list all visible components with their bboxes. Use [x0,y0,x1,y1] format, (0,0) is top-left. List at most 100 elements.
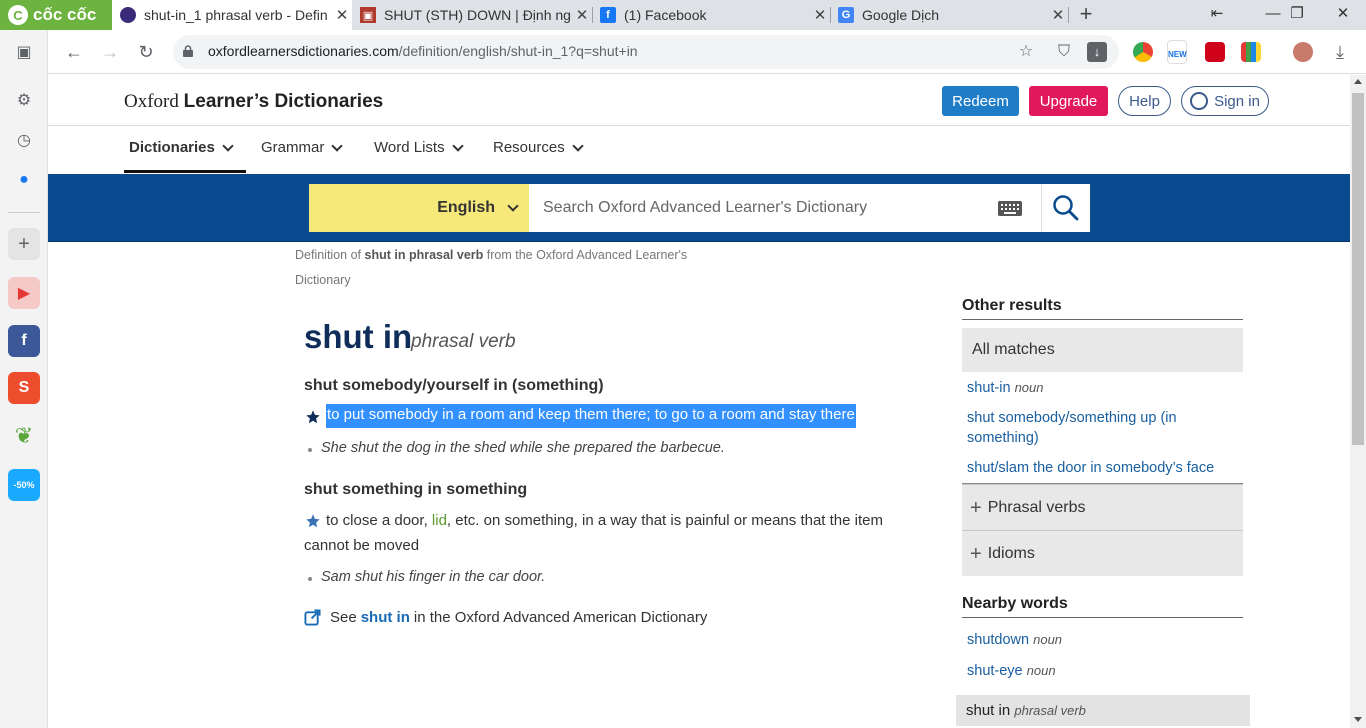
tab-title: (1) Facebook [624,7,707,23]
search-input[interactable] [529,184,1041,232]
help-button[interactable]: Help [1118,86,1171,116]
scroll-up-arrow-icon[interactable] [1354,79,1362,84]
search-button[interactable] [1041,184,1090,232]
nearby-pos: noun [1026,663,1056,678]
history-icon[interactable]: ◷ [8,124,40,156]
match-pos: noun [1014,380,1044,395]
chevron-down-icon [451,139,464,152]
coccoc-logo[interactable]: C cốc cốc [0,0,112,30]
tab-google-translate[interactable]: G Google Dịch ✕ [830,0,1068,30]
close-window-button[interactable]: ✕ [1320,0,1366,30]
tiki-icon[interactable]: -50% [8,469,40,501]
nav-resources[interactable]: Resources [493,139,584,156]
url-domain: oxfordlearnersdictionaries.com [208,43,399,59]
match-link[interactable]: shut-in noun [962,378,1243,398]
keyboard-icon[interactable] [998,201,1022,216]
user-icon [1190,92,1209,110]
nearby-pos: phrasal verb [1014,703,1086,718]
scrollbar-thumb[interactable] [1352,93,1364,445]
brand-serif: Oxford [124,91,179,112]
nearby-current-word[interactable]: shut in phrasal verb [956,695,1250,726]
new-tab-button[interactable]: + [1076,3,1096,25]
reload-button[interactable]: ↻ [132,38,160,66]
accordion-label: Phrasal verbs [987,498,1086,516]
url-text: oxfordlearnersdictionaries.com/definitio… [208,43,638,59]
browser-tab-bar: C cốc cốc shut-in_1 phrasal verb - Defin… [0,0,1366,30]
page-scrollbar[interactable] [1350,75,1366,728]
chrome-extension-icon[interactable] [1133,42,1153,62]
profile-avatar[interactable] [1293,42,1313,62]
address-bar[interactable]: oxfordlearnersdictionaries.com/definitio… [173,35,1119,69]
chevron-down-icon [507,200,519,212]
phrasal-verbs-toggle[interactable]: + Phrasal verbs [962,484,1243,530]
close-tab-icon[interactable]: ✕ [572,6,592,24]
tab-title: SHUT (STH) DOWN | Định ngh [384,7,572,23]
definition-of-prefix: Definition of [295,248,362,262]
match-link[interactable]: shut somebody/something up (in something… [962,408,1202,448]
tab-search-icon[interactable]: ⇤ [1194,0,1240,30]
downloads-icon[interactable]: ⤓ [1326,38,1354,66]
redeem-button[interactable]: Redeem [942,86,1019,116]
nearby-link[interactable]: shutdown noun [962,630,1243,650]
language-select[interactable]: English [309,184,529,232]
nearby-link[interactable]: shut-eye noun [962,661,1243,681]
facebook-icon[interactable]: f [8,325,40,357]
tab-cambridge[interactable]: ▣ SHUT (STH) DOWN | Định ngh ✕ [352,0,592,30]
sign-in-label: Sign in [1214,92,1260,110]
all-matches-header[interactable]: All matches [962,328,1243,372]
sidebar-toggle-icon[interactable]: ▣ [8,36,40,68]
scroll-down-arrow-icon[interactable] [1354,717,1362,722]
tab-title: Google Dịch [862,7,940,23]
tab-facebook[interactable]: f (1) Facebook ✕ [592,0,830,30]
nav-label: Resources [493,139,565,156]
nav-label: Dictionaries [129,139,215,156]
part-of-speech: phrasal verb [411,331,516,352]
bookmark-star-icon[interactable]: ☆ [1015,41,1037,63]
close-tab-icon[interactable]: ✕ [810,6,830,24]
sign-in-button[interactable]: Sign in [1181,86,1269,116]
settings-gear-icon[interactable]: ⚙ [8,84,40,116]
tab-divider [1068,7,1069,23]
lock-icon [183,45,193,57]
definition-of-term: shut in phrasal verb [364,248,484,262]
forward-button[interactable]: → [96,38,124,66]
youtube-icon[interactable]: ▶ [8,277,40,309]
shopee-icon[interactable]: S [8,372,40,404]
sense-definition: to close a door, lid, etc. on something,… [304,508,904,558]
shield-icon[interactable]: ⛉ [1053,41,1075,63]
add-sidebar-item-icon[interactable]: + [8,228,40,260]
external-link-icon [304,609,321,626]
nearby-pos: noun [1033,632,1063,647]
chevron-down-icon [572,139,584,152]
nearby-word: shut in [966,702,1011,719]
headword: shut in [304,318,413,355]
new-extension-icon[interactable]: NEW [1167,40,1187,64]
red-extension-icon[interactable] [1205,42,1225,62]
close-tab-icon[interactable]: ✕ [332,6,352,24]
tab-oxford[interactable]: shut-in_1 phrasal verb - Defin ✕ [112,0,352,30]
close-tab-icon[interactable]: ✕ [1048,6,1068,24]
match-link[interactable]: shut/slam the door in somebody’s face [962,458,1243,484]
header-divider [48,125,1350,126]
nav-word-lists[interactable]: Word Lists [374,139,464,156]
restore-button[interactable]: ❐ [1274,0,1320,30]
star-icon [306,410,320,424]
nav-grammar[interactable]: Grammar [261,139,344,156]
nav-dictionaries[interactable]: Dictionaries [129,139,234,156]
back-button[interactable]: ← [60,38,88,66]
upgrade-button[interactable]: Upgrade [1029,86,1108,116]
see-also-link[interactable]: shut in [361,609,410,626]
messenger-icon[interactable]: ● [8,164,40,196]
site-logo[interactable]: Oxford Learner’s Dictionaries [124,91,383,113]
language-label: English [437,199,495,216]
download-page-icon[interactable]: ↓ [1087,42,1107,62]
see-suffix: in the Oxford Advanced American Dictiona… [413,609,708,626]
leaf-app-icon[interactable]: ❦ [8,420,40,452]
lid-link[interactable]: lid [432,512,447,529]
plus-icon: + [970,542,982,565]
example-sentence: She shut the dog in the shed while she p… [321,440,725,456]
search-icon [1053,195,1079,221]
oxford-favicon-icon [120,7,136,23]
idioms-toggle[interactable]: + Idioms [962,530,1243,576]
color-extension-icon[interactable] [1241,42,1261,62]
